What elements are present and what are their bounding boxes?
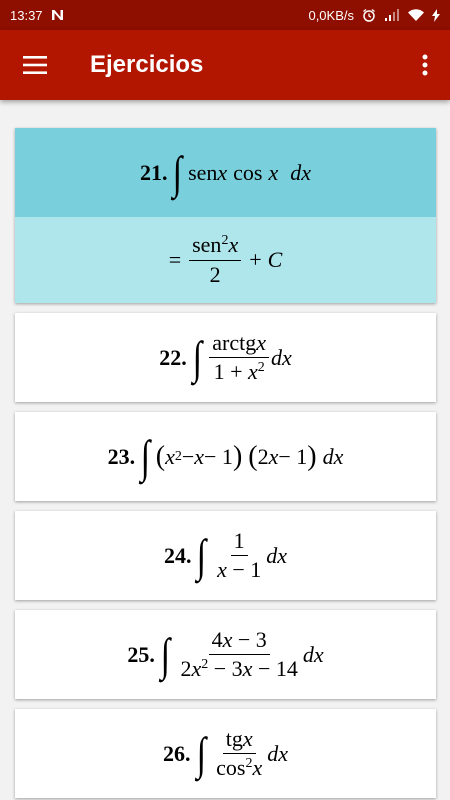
integral-sign: ∫ — [140, 430, 151, 482]
answer-fraction: sen2x 2 — [189, 233, 242, 286]
integrand-fraction: tgx cos2x — [216, 725, 263, 780]
hamburger-menu-icon[interactable] — [0, 30, 70, 100]
exercise-number: 21. — [139, 159, 168, 185]
integral-sign: ∫ — [196, 727, 206, 779]
charging-icon — [432, 8, 440, 22]
more-vert-icon[interactable] — [400, 30, 450, 100]
exercise-card-25[interactable]: 25. ∫ 4x − 3 2x2 − 3x − 14 dx — [15, 610, 436, 699]
notification-n-icon — [51, 9, 65, 21]
exercise-list: 21. ∫ sen x cos x dx = sen2x 2 + C 22. ∫… — [0, 100, 450, 800]
signal-icon — [384, 9, 400, 21]
exercise-number: 26. — [163, 740, 191, 766]
exercise-number: 22. — [159, 344, 187, 370]
exercise-card-21[interactable]: 21. ∫ sen x cos x dx = sen2x 2 + C — [15, 128, 436, 303]
exercise-answer: = sen2x 2 + C — [15, 217, 436, 303]
exercise-number: 24. — [163, 542, 192, 568]
status-bar: 13:37 0,0KB/s — [0, 0, 450, 30]
integral-sign: ∫ — [192, 331, 202, 383]
exercise-number: 23. — [107, 443, 136, 469]
network-speed: 0,0KB/s — [308, 7, 354, 23]
exercise-card-22[interactable]: 22. ∫ arctgx 1 + x2 dx — [15, 313, 436, 402]
integrand-fraction: arctgx 1 + x2 — [209, 330, 270, 384]
page-title: Ejercicios — [90, 51, 204, 78]
integral-sign: ∫ — [197, 529, 207, 581]
app-bar: Ejercicios — [0, 30, 450, 100]
exercise-card-24[interactable]: 24. ∫ 1 x − 1 dx — [15, 511, 436, 600]
alarm-icon — [362, 8, 376, 22]
wifi-icon — [408, 9, 424, 21]
integrand-fraction: 4x − 3 2x2 − 3x − 14 — [180, 626, 298, 681]
exercise-number: 25. — [127, 641, 155, 667]
integral-sign: ∫ — [173, 146, 183, 198]
exercise-question[interactable]: 21. ∫ sen x cos x dx — [15, 128, 436, 217]
exercise-card-23[interactable]: 23. ∫ (x 2 − x − 1) (2 x − 1) dx — [15, 412, 436, 501]
integral-sign: ∫ — [160, 628, 170, 680]
exercise-card-26[interactable]: 26. ∫ tgx cos2x dx — [15, 709, 436, 798]
integrand-fraction: 1 x − 1 — [217, 527, 262, 582]
status-time: 13:37 — [10, 7, 43, 23]
